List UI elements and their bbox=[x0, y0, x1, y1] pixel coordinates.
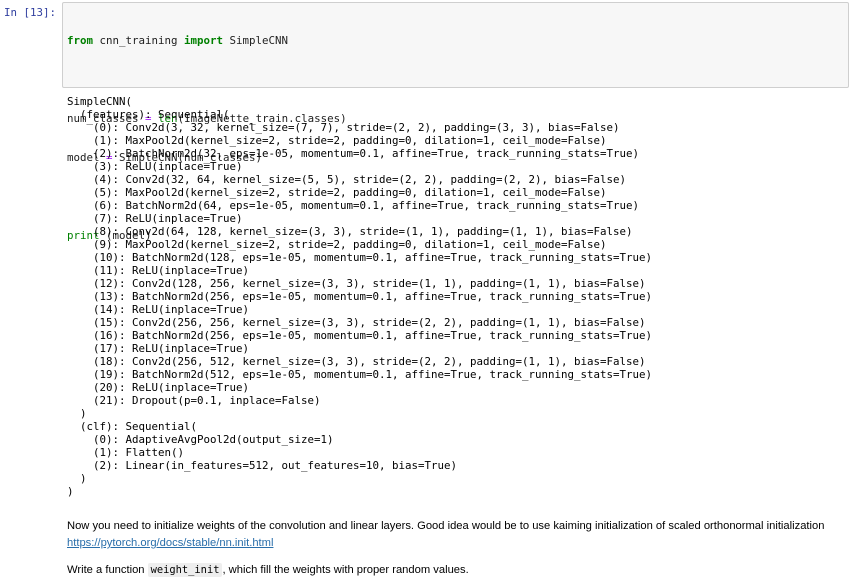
output-line: (1): MaxPool2d(kernel_size=2, stride=2, … bbox=[67, 134, 607, 147]
output-line: (1): Flatten() bbox=[67, 446, 185, 459]
output-line: ) bbox=[67, 472, 87, 485]
output-line: (15): Conv2d(256, 256, kernel_size=(3, 3… bbox=[67, 316, 646, 329]
output-line: (6): BatchNorm2d(64, eps=1e-05, momentum… bbox=[67, 199, 640, 212]
output-line: (21): Dropout(p=0.1, inplace=False) bbox=[67, 394, 321, 407]
paragraph-2-text-after: , which fill the weights with proper ran… bbox=[222, 564, 469, 576]
paragraph-2-text-before: Write a function bbox=[67, 564, 148, 576]
output-line: (2): Linear(in_features=512, out_feature… bbox=[67, 459, 458, 472]
output-line: (0): AdaptiveAvgPool2d(output_size=1) bbox=[67, 433, 334, 446]
output-line: (7): ReLU(inplace=True) bbox=[67, 212, 243, 225]
markdown-paragraph-2: Write a function weight_init, which fill… bbox=[67, 562, 469, 579]
output-line: (3): ReLU(inplace=True) bbox=[67, 160, 243, 173]
output-line: (8): Conv2d(64, 128, kernel_size=(3, 3),… bbox=[67, 225, 633, 238]
output-line: (19): BatchNorm2d(512, eps=1e-05, moment… bbox=[67, 368, 653, 381]
output-line: (12): Conv2d(128, 256, kernel_size=(3, 3… bbox=[67, 277, 646, 290]
module-name: cnn_training bbox=[93, 34, 185, 47]
output-line: (2): BatchNorm2d(32, eps=1e-05, momentum… bbox=[67, 147, 640, 160]
cell-output: SimpleCNN( (features): Sequential( (0): … bbox=[67, 95, 652, 498]
output-line: (0): Conv2d(3, 32, kernel_size=(7, 7), s… bbox=[67, 121, 620, 134]
markdown-paragraph-1: Now you need to initialize weights of th… bbox=[67, 520, 825, 532]
output-line: (14): ReLU(inplace=True) bbox=[67, 303, 250, 316]
output-line: ) bbox=[67, 485, 74, 498]
output-line: (4): Conv2d(32, 64, kernel_size=(5, 5), … bbox=[67, 173, 627, 186]
import-name: SimpleCNN bbox=[223, 34, 289, 47]
code-line-import: from cnn_training import SimpleCNN bbox=[67, 34, 347, 47]
markdown-link-line: https://pytorch.org/docs/stable/nn.init.… bbox=[67, 535, 273, 552]
output-line: (20): ReLU(inplace=True) bbox=[67, 381, 250, 394]
keyword-import: import bbox=[184, 34, 224, 47]
code-cell-input[interactable]: from cnn_training import SimpleCNN num_c… bbox=[62, 2, 849, 242]
output-line: (9): MaxPool2d(kernel_size=2, stride=2, … bbox=[67, 238, 607, 251]
output-line: (features): Sequential( bbox=[67, 108, 230, 121]
output-line: (18): Conv2d(256, 512, kernel_size=(3, 3… bbox=[67, 355, 646, 368]
output-line: (5): MaxPool2d(kernel_size=2, stride=2, … bbox=[67, 186, 607, 199]
output-line: (10): BatchNorm2d(128, eps=1e-05, moment… bbox=[67, 251, 653, 264]
output-line: (16): BatchNorm2d(256, eps=1e-05, moment… bbox=[67, 329, 653, 342]
output-line: (17): ReLU(inplace=True) bbox=[67, 342, 250, 355]
keyword-from: from bbox=[67, 34, 94, 47]
docs-link[interactable]: https://pytorch.org/docs/stable/nn.init.… bbox=[67, 537, 273, 549]
output-line: (13): BatchNorm2d(256, eps=1e-05, moment… bbox=[67, 290, 653, 303]
output-line: ) bbox=[67, 407, 87, 420]
output-line: (clf): Sequential( bbox=[67, 420, 198, 433]
output-line: (11): ReLU(inplace=True) bbox=[67, 264, 250, 277]
input-prompt: In [13]: bbox=[4, 6, 57, 19]
inline-code-weight-init: weight_init bbox=[147, 563, 223, 577]
output-line: SimpleCNN( bbox=[67, 95, 133, 108]
